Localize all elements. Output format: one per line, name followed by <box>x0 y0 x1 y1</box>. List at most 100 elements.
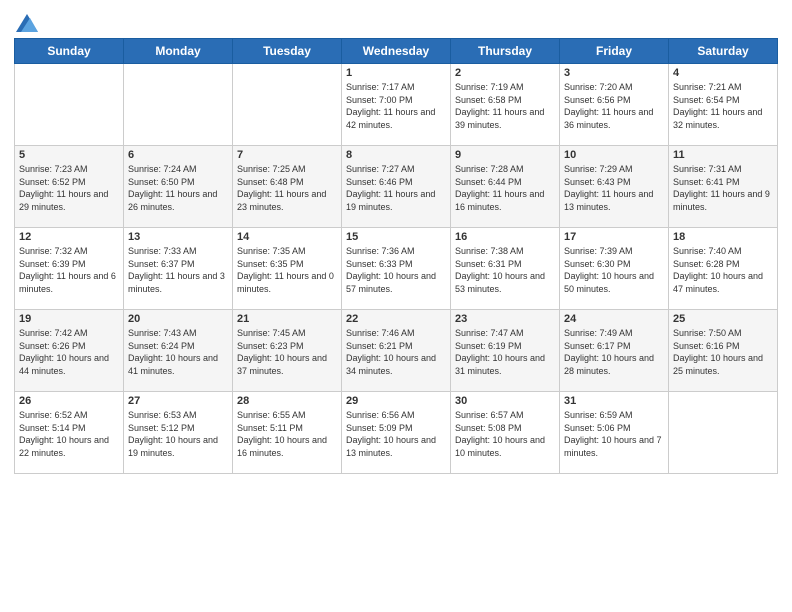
calendar-day-30: 30 Sunrise: 6:57 AM Sunset: 5:08 PM Dayli… <box>451 392 560 474</box>
calendar-day-10: 10 Sunrise: 7:29 AM Sunset: 6:43 PM Dayli… <box>560 146 669 228</box>
day-info: Sunrise: 7:20 AM Sunset: 6:56 PM Dayligh… <box>564 81 664 131</box>
day-header-tuesday: Tuesday <box>233 39 342 64</box>
header <box>14 10 778 32</box>
calendar-day-6: 6 Sunrise: 7:24 AM Sunset: 6:50 PM Daylig… <box>124 146 233 228</box>
day-info: Sunrise: 7:24 AM Sunset: 6:50 PM Dayligh… <box>128 163 228 213</box>
logo-icon <box>16 14 38 32</box>
calendar-day-16: 16Sunrise: 7:38 AM Sunset: 6:31 PM Dayli… <box>451 228 560 310</box>
calendar-day-22: 22 Sunrise: 7:46 AM Sunset: 6:21 PM Dayli… <box>342 310 451 392</box>
day-number: 22 <box>346 313 446 325</box>
calendar-day-29: 29 Sunrise: 6:56 AM Sunset: 5:09 PM Dayli… <box>342 392 451 474</box>
calendar-day-23: 23 Sunrise: 7:47 AM Sunset: 6:19 PM Dayli… <box>451 310 560 392</box>
day-info: Sunrise: 7:17 AM Sunset: 7:00 PM Dayligh… <box>346 81 446 131</box>
day-info: Sunrise: 7:47 AM Sunset: 6:19 PM Dayligh… <box>455 327 555 377</box>
calendar-day-11: 11 Sunrise: 7:31 AM Sunset: 6:41 PM Dayli… <box>669 146 778 228</box>
calendar-week-row: 1 Sunrise: 7:17 AM Sunset: 7:00 PM Daylig… <box>15 64 778 146</box>
day-info: Sunrise: 6:55 AM Sunset: 5:11 PM Dayligh… <box>237 409 337 459</box>
day-number: 8 <box>346 149 446 161</box>
calendar-table: SundayMondayTuesdayWednesdayThursdayFrid… <box>14 38 778 474</box>
calendar-day-12: 12 Sunrise: 7:32 AM Sunset: 6:39 PM Dayli… <box>15 228 124 310</box>
day-info: Sunrise: 7:40 AM Sunset: 6:28 PM Dayligh… <box>673 245 773 295</box>
day-info: Sunrise: 7:31 AM Sunset: 6:41 PM Dayligh… <box>673 163 773 213</box>
day-info: Sunrise: 7:36 AM Sunset: 6:33 PM Dayligh… <box>346 245 446 295</box>
day-info: Sunrise: 7:29 AM Sunset: 6:43 PM Dayligh… <box>564 163 664 213</box>
day-number: 9 <box>455 149 555 161</box>
day-header-saturday: Saturday <box>669 39 778 64</box>
calendar-week-row: 19 Sunrise: 7:42 AM Sunset: 6:26 PM Dayli… <box>15 310 778 392</box>
calendar-day-5: 5Sunrise: 7:23 AM Sunset: 6:52 PM Daylig… <box>15 146 124 228</box>
calendar-day-21: 21 Sunrise: 7:45 AM Sunset: 6:23 PM Dayli… <box>233 310 342 392</box>
calendar-day-1: 1 Sunrise: 7:17 AM Sunset: 7:00 PM Daylig… <box>342 64 451 146</box>
day-number: 30 <box>455 395 555 407</box>
day-number: 10 <box>564 149 664 161</box>
calendar-day-27: 27 Sunrise: 6:53 AM Sunset: 5:12 PM Dayli… <box>124 392 233 474</box>
day-info: Sunrise: 6:53 AM Sunset: 5:12 PM Dayligh… <box>128 409 228 459</box>
calendar-empty-cell <box>15 64 124 146</box>
calendar-day-28: 28 Sunrise: 6:55 AM Sunset: 5:11 PM Dayli… <box>233 392 342 474</box>
day-number: 4 <box>673 67 773 79</box>
calendar-day-19: 19 Sunrise: 7:42 AM Sunset: 6:26 PM Dayli… <box>15 310 124 392</box>
calendar-day-3: 3 Sunrise: 7:20 AM Sunset: 6:56 PM Daylig… <box>560 64 669 146</box>
day-number: 21 <box>237 313 337 325</box>
day-info: Sunrise: 7:21 AM Sunset: 6:54 PM Dayligh… <box>673 81 773 131</box>
day-number: 17 <box>564 231 664 243</box>
day-header-sunday: Sunday <box>15 39 124 64</box>
day-number: 13 <box>128 231 228 243</box>
day-number: 12 <box>19 231 119 243</box>
day-number: 2 <box>455 67 555 79</box>
day-number: 29 <box>346 395 446 407</box>
day-number: 1 <box>346 67 446 79</box>
day-info: Sunrise: 7:32 AM Sunset: 6:39 PM Dayligh… <box>19 245 119 295</box>
day-number: 26 <box>19 395 119 407</box>
day-number: 19 <box>19 313 119 325</box>
calendar-empty-cell <box>669 392 778 474</box>
day-info: Sunrise: 7:33 AM Sunset: 6:37 PM Dayligh… <box>128 245 228 295</box>
day-number: 6 <box>128 149 228 161</box>
day-header-friday: Friday <box>560 39 669 64</box>
calendar-week-row: 26Sunrise: 6:52 AM Sunset: 5:14 PM Dayli… <box>15 392 778 474</box>
calendar-day-26: 26Sunrise: 6:52 AM Sunset: 5:14 PM Dayli… <box>15 392 124 474</box>
calendar-week-row: 5Sunrise: 7:23 AM Sunset: 6:52 PM Daylig… <box>15 146 778 228</box>
day-number: 15 <box>346 231 446 243</box>
day-info: Sunrise: 7:43 AM Sunset: 6:24 PM Dayligh… <box>128 327 228 377</box>
day-number: 14 <box>237 231 337 243</box>
day-number: 27 <box>128 395 228 407</box>
day-info: Sunrise: 6:56 AM Sunset: 5:09 PM Dayligh… <box>346 409 446 459</box>
day-info: Sunrise: 7:35 AM Sunset: 6:35 PM Dayligh… <box>237 245 337 295</box>
calendar-day-20: 20 Sunrise: 7:43 AM Sunset: 6:24 PM Dayli… <box>124 310 233 392</box>
calendar-day-13: 13 Sunrise: 7:33 AM Sunset: 6:37 PM Dayli… <box>124 228 233 310</box>
calendar-week-row: 12 Sunrise: 7:32 AM Sunset: 6:39 PM Dayli… <box>15 228 778 310</box>
day-info: Sunrise: 6:57 AM Sunset: 5:08 PM Dayligh… <box>455 409 555 459</box>
calendar-day-4: 4 Sunrise: 7:21 AM Sunset: 6:54 PM Daylig… <box>669 64 778 146</box>
calendar-header-row: SundayMondayTuesdayWednesdayThursdayFrid… <box>15 39 778 64</box>
day-number: 3 <box>564 67 664 79</box>
day-info: Sunrise: 7:28 AM Sunset: 6:44 PM Dayligh… <box>455 163 555 213</box>
calendar-day-14: 14 Sunrise: 7:35 AM Sunset: 6:35 PM Dayli… <box>233 228 342 310</box>
calendar-day-17: 17Sunrise: 7:39 AM Sunset: 6:30 PM Dayli… <box>560 228 669 310</box>
calendar-day-8: 8 Sunrise: 7:27 AM Sunset: 6:46 PM Daylig… <box>342 146 451 228</box>
calendar-day-7: 7Sunrise: 7:25 AM Sunset: 6:48 PM Daylig… <box>233 146 342 228</box>
day-info: Sunrise: 7:38 AM Sunset: 6:31 PM Dayligh… <box>455 245 555 295</box>
calendar-day-9: 9 Sunrise: 7:28 AM Sunset: 6:44 PM Daylig… <box>451 146 560 228</box>
day-info: Sunrise: 7:27 AM Sunset: 6:46 PM Dayligh… <box>346 163 446 213</box>
day-number: 18 <box>673 231 773 243</box>
calendar-day-25: 25Sunrise: 7:50 AM Sunset: 6:16 PM Dayli… <box>669 310 778 392</box>
day-header-wednesday: Wednesday <box>342 39 451 64</box>
day-number: 24 <box>564 313 664 325</box>
day-number: 5 <box>19 149 119 161</box>
logo <box>14 14 38 32</box>
day-info: Sunrise: 7:45 AM Sunset: 6:23 PM Dayligh… <box>237 327 337 377</box>
day-number: 28 <box>237 395 337 407</box>
day-number: 23 <box>455 313 555 325</box>
calendar-day-2: 2 Sunrise: 7:19 AM Sunset: 6:58 PM Daylig… <box>451 64 560 146</box>
day-number: 7 <box>237 149 337 161</box>
calendar-day-31: 31Sunrise: 6:59 AM Sunset: 5:06 PM Dayli… <box>560 392 669 474</box>
day-info: Sunrise: 7:46 AM Sunset: 6:21 PM Dayligh… <box>346 327 446 377</box>
day-info: Sunrise: 6:59 AM Sunset: 5:06 PM Dayligh… <box>564 409 664 459</box>
day-info: Sunrise: 7:42 AM Sunset: 6:26 PM Dayligh… <box>19 327 119 377</box>
day-info: Sunrise: 7:50 AM Sunset: 6:16 PM Dayligh… <box>673 327 773 377</box>
day-info: Sunrise: 7:19 AM Sunset: 6:58 PM Dayligh… <box>455 81 555 131</box>
day-info: Sunrise: 7:49 AM Sunset: 6:17 PM Dayligh… <box>564 327 664 377</box>
day-number: 11 <box>673 149 773 161</box>
day-number: 20 <box>128 313 228 325</box>
